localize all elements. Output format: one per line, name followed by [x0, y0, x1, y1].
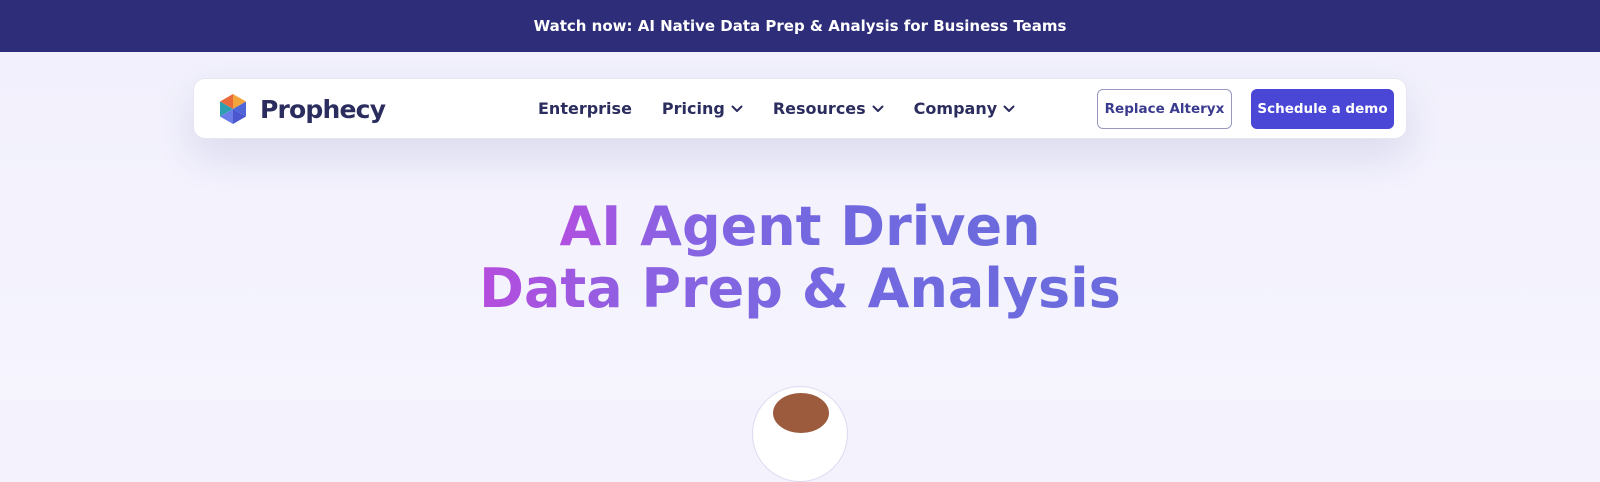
hero-headline-line2: Data Prep & Analysis: [479, 257, 1121, 320]
schedule-demo-button[interactable]: Schedule a demo: [1251, 89, 1394, 129]
avatar: [752, 386, 848, 482]
brand-logo[interactable]: Prophecy: [216, 92, 386, 126]
nav-item-pricing[interactable]: Pricing: [662, 99, 743, 118]
chevron-down-icon: [731, 105, 743, 112]
main-navbar: Prophecy Enterprise Pricing Resources Co…: [193, 78, 1407, 139]
nav-item-resources[interactable]: Resources: [773, 99, 884, 118]
announcement-bar[interactable]: Watch now: AI Native Data Prep & Analysi…: [0, 0, 1600, 52]
prophecy-logo-icon: [220, 94, 246, 124]
nav-item-label: Pricing: [661, 99, 725, 118]
brand-name: Prophecy: [260, 94, 386, 124]
nav-item-label: Company: [913, 99, 998, 118]
replace-alteryx-button[interactable]: Replace Alteryx: [1097, 89, 1232, 129]
nav-item-company[interactable]: Company: [914, 99, 1015, 118]
hero-headline: AI Agent Driven Data Prep & Analysis: [0, 196, 1600, 320]
nav-menu: Enterprise Pricing Resources Company: [538, 79, 1015, 138]
chevron-down-icon: [872, 105, 884, 112]
nav-item-enterprise[interactable]: Enterprise: [538, 99, 632, 118]
nav-item-label: Resources: [772, 99, 866, 118]
announcement-text[interactable]: Watch now: AI Native Data Prep & Analysi…: [534, 17, 1067, 35]
nav-item-label: Enterprise: [538, 99, 632, 118]
hero-headline-line1: AI Agent Driven: [559, 195, 1041, 258]
chevron-down-icon: [1003, 105, 1015, 112]
avatar-hair: [773, 393, 829, 433]
